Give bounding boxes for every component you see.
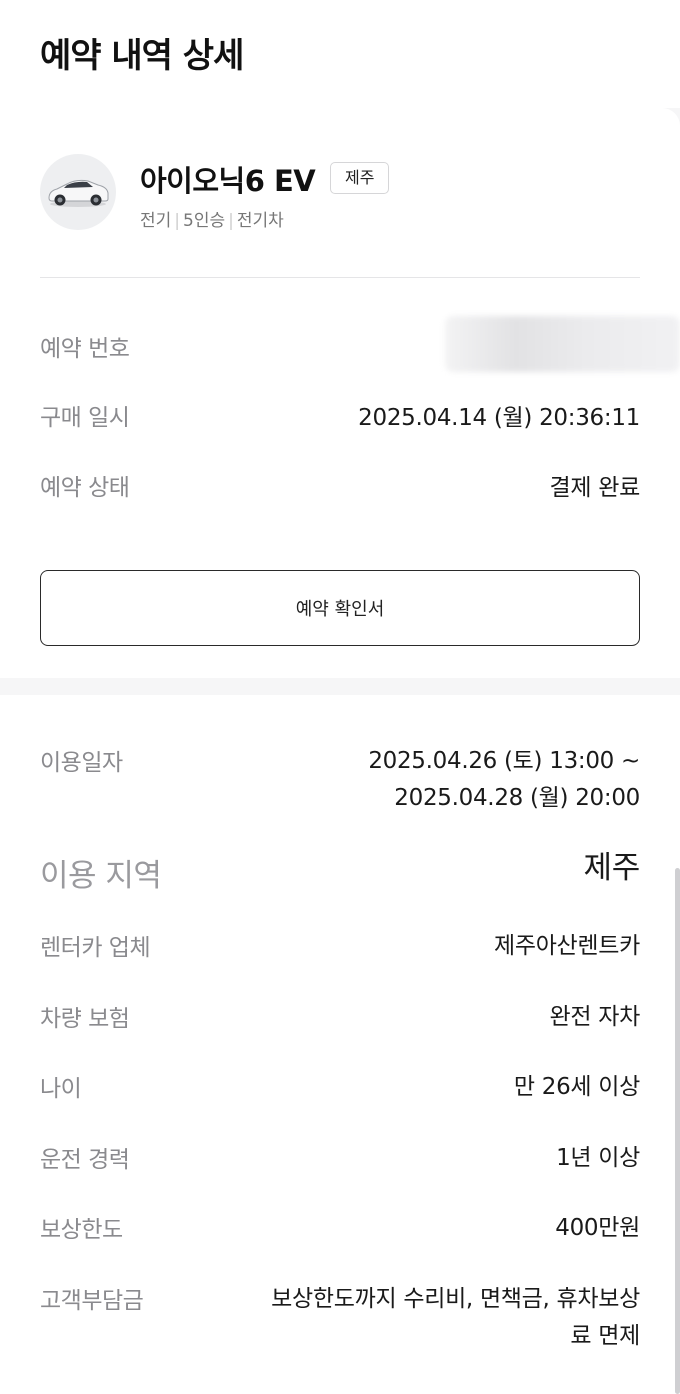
car-tag-seats: 5인승 <box>183 211 226 231</box>
purchase-date-label: 구매 일시 <box>40 405 130 431</box>
insurance-value: 완전 자차 <box>549 1004 641 1030</box>
customer-deductible-line2: 료 면제 <box>570 1323 640 1349</box>
reservation-number-value <box>440 316 680 372</box>
driving-experience-label: 운전 경력 <box>40 1147 130 1173</box>
usage-period-row: 이용일자 2025.04.26 (토) 13:00 ~ 2025.04.28 (… <box>40 743 640 817</box>
rental-company-value: 제주아산렌트카 <box>493 933 640 959</box>
reservation-confirmation-button[interactable]: 예약 확인서 <box>40 570 640 646</box>
customer-deductible-line1: 보상한도까지 수리비, 면책금, 휴차보상 <box>271 1286 640 1312</box>
divider <box>40 277 640 278</box>
tag-separator: | <box>174 211 181 231</box>
coverage-limit-label: 보상한도 <box>40 1217 123 1243</box>
car-info: 아이오닉6 EV 제주 전기 | 5인승 | 전기차 <box>40 154 640 234</box>
customer-deductible-row: 고객부담금 보상한도까지 수리비, 면책금, 휴차보상 료 면제 <box>40 1281 640 1355</box>
coverage-limit-value: 400만원 <box>555 1215 640 1241</box>
masked-value <box>445 316 680 372</box>
usage-area-label: 이용 지역 <box>40 858 162 894</box>
driving-experience-row: 운전 경력 1년 이상 <box>40 1140 640 1177</box>
coverage-limit-row: 보상한도 400만원 <box>40 1210 640 1247</box>
car-tag-type: 전기차 <box>236 211 284 231</box>
usage-period-value: 2025.04.26 (토) 13:00 ~ 2025.04.28 (월) 20… <box>368 743 640 817</box>
usage-area-row: 이용 지역 제주 <box>40 850 640 895</box>
page-title: 예약 내역 상세 <box>40 36 244 76</box>
usage-period-start: 2025.04.26 (토) 13:00 ~ <box>368 748 640 774</box>
top-bar: 예약 내역 상세 <box>0 0 680 108</box>
driving-experience-value: 1년 이상 <box>556 1145 640 1171</box>
customer-deductible-value: 보상한도까지 수리비, 면책금, 휴차보상 료 면제 <box>271 1281 640 1355</box>
reservation-summary-card: 아이오닉6 EV 제주 전기 | 5인승 | 전기차 예약 번호 구매 일시 2025.… <box>0 108 680 678</box>
usage-period-label: 이용일자 <box>40 750 123 776</box>
car-name: 아이오닉6 EV <box>140 164 316 198</box>
car-tags: 전기 | 5인승 | 전기차 <box>140 206 284 231</box>
purchase-date-row: 구매 일시 2025.04.14 (월) 20:36:11 <box>40 395 640 435</box>
usage-period-end: 2025.04.28 (월) 20:00 <box>394 785 640 811</box>
rental-company-label: 렌터카 업체 <box>40 935 151 961</box>
reservation-status-row: 예약 상태 결제 완료 <box>40 465 640 505</box>
car-thumbnail <box>40 154 116 230</box>
car-tag-fuel: 전기 <box>140 211 172 231</box>
age-row: 나이 만 26세 이상 <box>40 1069 640 1106</box>
usage-area-value: 제주 <box>583 850 641 886</box>
age-value: 만 26세 이상 <box>513 1074 640 1100</box>
car-icon <box>48 179 109 207</box>
rental-company-row: 렌터카 업체 제주아산렌트카 <box>40 928 640 965</box>
age-label: 나이 <box>40 1076 82 1102</box>
purchase-date-value: 2025.04.14 (월) 20:36:11 <box>358 405 640 431</box>
reservation-number-label: 예약 번호 <box>40 336 130 362</box>
region-badge: 제주 <box>330 162 390 194</box>
scrollbar[interactable] <box>675 868 680 1394</box>
insurance-label: 차량 보험 <box>40 1006 130 1032</box>
reservation-detail-page: 예약 내역 상세 아이오닉6 EV 제주 전기 | 5인승 | 전기차 예약 번… <box>0 0 680 1394</box>
tag-separator: | <box>228 211 234 231</box>
reservation-status-value: 결제 완료 <box>549 475 641 501</box>
customer-deductible-label: 고객부담금 <box>40 1288 144 1314</box>
insurance-row: 차량 보험 완전 자차 <box>40 999 640 1036</box>
usage-details-card: 이용일자 2025.04.26 (토) 13:00 ~ 2025.04.28 (… <box>0 695 680 1394</box>
reservation-number-row: 예약 번호 <box>40 316 680 372</box>
reservation-status-label: 예약 상태 <box>40 475 130 501</box>
